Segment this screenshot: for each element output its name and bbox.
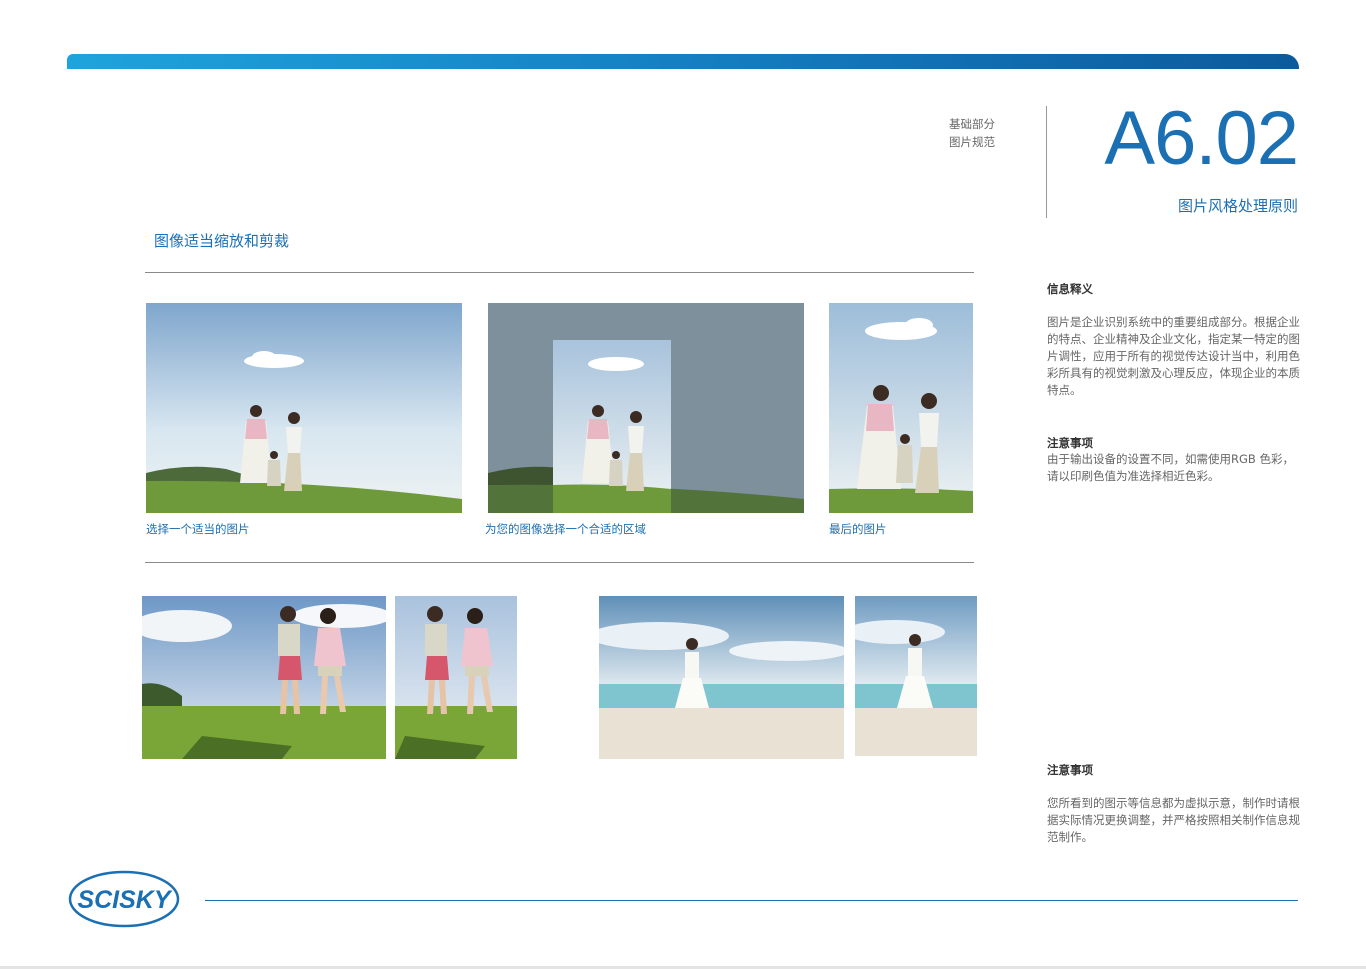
page-title: 图片风格处理原则 [1177,197,1298,215]
note-text: 由于输出设备的设置不同，如需使用RGB 色彩，请以印刷色值为准选择相近色彩。 [1047,452,1294,483]
scisky-logo: SCISKY [68,870,180,928]
divider-top [145,272,974,273]
photo-crop-area [488,303,804,513]
note-heading: 注意事项 [1047,436,1093,450]
note2-heading: 注意事项 [1047,763,1093,777]
photo-original-family [146,303,462,513]
header-gradient-bar [67,54,1299,69]
photo-couple-wide [142,596,386,759]
divider-middle [145,562,974,563]
header-divider [1046,106,1047,218]
page-code: A6.02 [1104,96,1299,181]
info-text: 图片是企业识别系统中的重要组成部分。根据企业的特点、企业精神及企业文化，指定某一… [1047,315,1300,397]
note2-text: 您所看到的图示等信息都为虚拟示意，制作时请根据实际情况更换调整，并严格按照相关制… [1047,796,1300,844]
photo-beach-wide [599,596,844,759]
logo-text: SCISKY [77,886,172,914]
section-label-line2: 图片规范 [949,135,995,149]
section-label: 基础部分 图片规范 [949,115,995,151]
caption-select-area: 为您的图像选择一个合适的区域 [485,522,646,536]
caption-final-image: 最后的图片 [829,522,887,536]
info-heading: 信息释义 [1047,282,1093,296]
photo-couple-crop [395,596,517,759]
footer-line [205,900,1298,901]
photo-beach-crop [855,596,977,756]
section-label-line1: 基础部分 [949,117,995,131]
caption-select-image: 选择一个适当的图片 [146,522,250,536]
content-subheading: 图像适当缩放和剪裁 [154,232,290,250]
photo-final-crop [829,303,973,513]
